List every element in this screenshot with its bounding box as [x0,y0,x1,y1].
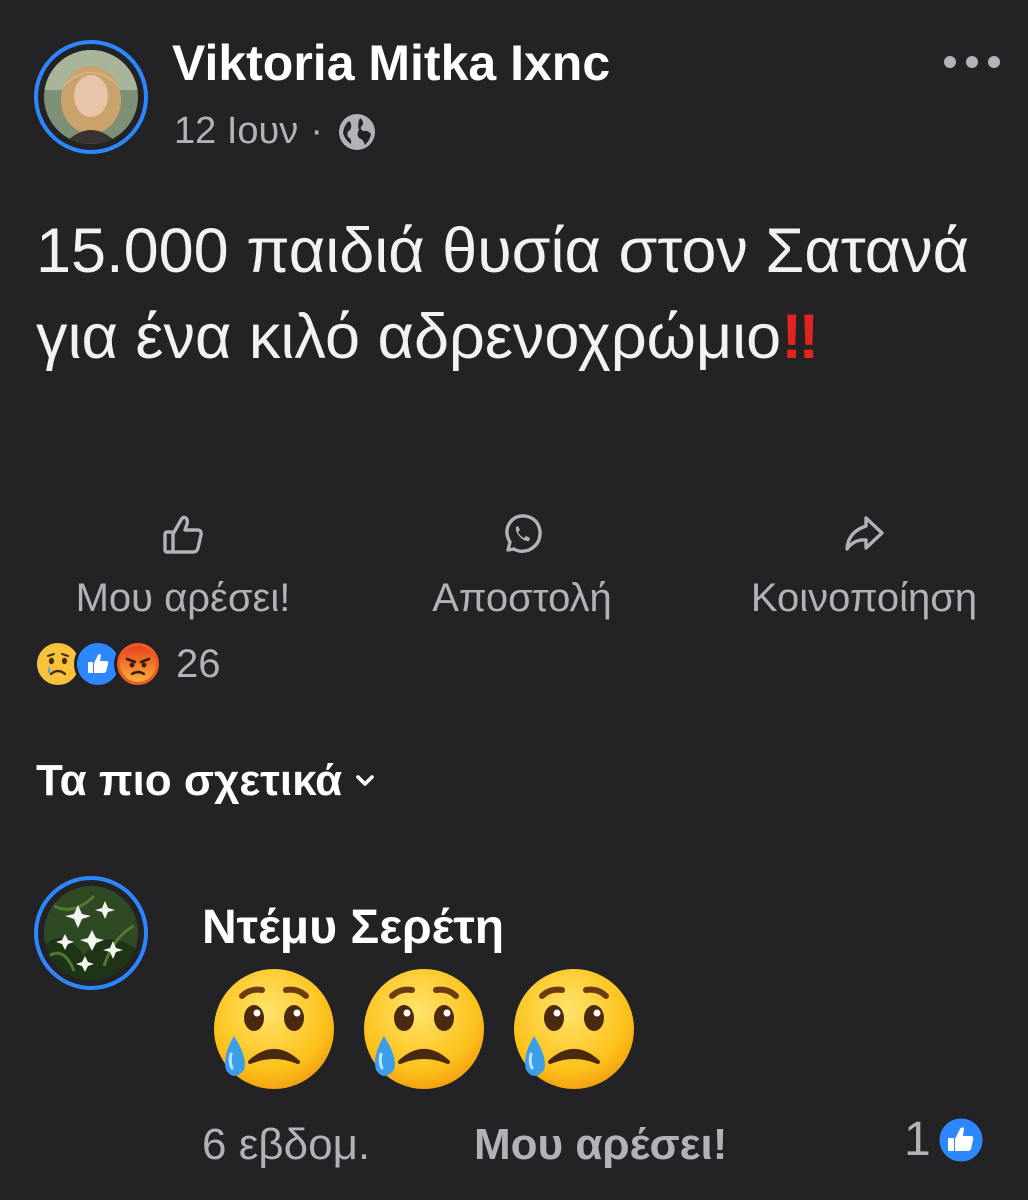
like-badge-icon [936,1115,986,1164]
more-dot [944,56,956,68]
commenter-avatar[interactable] [34,876,148,990]
share-button[interactable]: Κοινοποίηση [718,510,1010,621]
post-text-body: 15.000 παιδιά θυσία στον Σατανά για ένα … [36,216,970,372]
share-label: Κοινοποίηση [750,576,978,620]
post-date[interactable]: 12 Ιουν [174,110,298,153]
comment-like-count[interactable]: 1 [904,1112,987,1167]
meta-separator: · [310,110,323,152]
comment-sort-dropdown[interactable]: Τα πιο σχετικά [36,756,376,806]
comment-content [204,966,640,1092]
sad-tear-emoji [214,969,334,1089]
send-button[interactable]: Αποστολή [400,510,644,621]
post-meta: 12 Ιουν · [174,110,377,153]
commenter-name[interactable]: Ντέμυ Σερέτη [202,900,504,955]
reactions-count: 26 [176,641,221,686]
globe-icon [338,113,375,150]
author-photo [44,50,138,144]
commenter-photo [44,886,138,980]
comment-like-number: 1 [904,1113,931,1166]
author-avatar[interactable] [34,40,148,154]
post-text: 15.000 παιδιά θυσία στον Σατανά για ένα … [36,208,996,380]
thumbs-up-icon [163,515,203,554]
double-exclamation-emoji: ‼ [781,302,819,372]
more-dot [988,56,1000,68]
send-label: Αποστολή [432,576,612,620]
author-name[interactable]: Viktoria Mitka Ixnc [172,34,610,92]
sad-tear-emoji [514,969,634,1089]
sort-label: Τα πιο σχετικά [36,756,343,805]
sad-tear-emoji [364,969,484,1089]
more-dot [966,56,978,68]
more-options-button[interactable] [944,48,1000,76]
angry-reaction-icon [114,640,162,688]
comment-timestamp[interactable]: 6 εβδομ. [202,1120,370,1170]
reactions-summary[interactable]: 26 [34,640,221,688]
whatsapp-icon [505,514,542,553]
share-arrow-icon [845,516,884,551]
like-label: Μου αρέσει! [75,576,291,620]
chevron-down-icon [356,775,375,786]
like-button[interactable]: Μου αρέσει! [40,510,326,621]
comment-like-button[interactable]: Μου αρέσει! [474,1120,727,1170]
